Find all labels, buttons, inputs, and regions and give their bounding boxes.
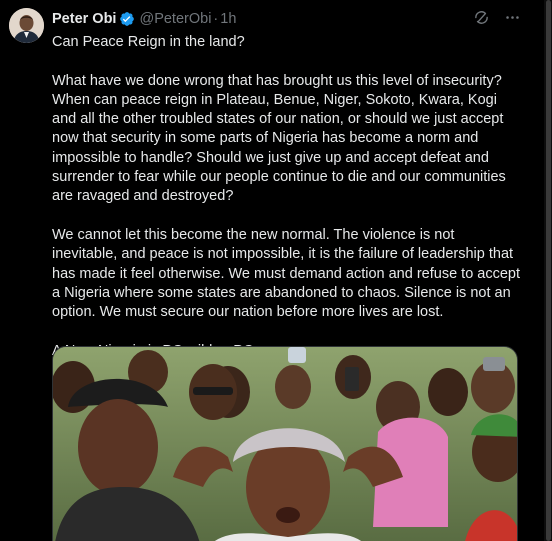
tweet-actions [473, 9, 521, 26]
author-name[interactable]: Peter Obi [52, 11, 116, 27]
author-handle[interactable]: @PeterObi [139, 11, 211, 27]
tweet-media-photo[interactable] [52, 346, 518, 541]
avatar-image [9, 8, 44, 43]
tweet-paragraph-title: Can Peace Reign in the land? [52, 34, 245, 50]
grok-icon[interactable] [473, 9, 490, 26]
tweet-paragraph: We cannot let this become the new normal… [52, 226, 525, 321]
timestamp[interactable]: 1h [220, 11, 236, 27]
header-separator: · [213, 11, 219, 27]
verified-badge-icon [119, 11, 135, 27]
tweet[interactable]: Peter Obi @PeterObi · 1h Can Peace Reign… [0, 0, 552, 541]
tweet-paragraph: What have we done wrong that has brought… [52, 72, 510, 205]
tweet-header: Peter Obi @PeterObi · 1h [52, 9, 236, 29]
scrollbar-thumb[interactable] [546, 0, 551, 541]
more-options-icon[interactable] [504, 9, 521, 26]
crowd-photo-image [53, 347, 517, 541]
avatar[interactable] [9, 8, 44, 43]
scrollbar-track[interactable] [544, 0, 552, 541]
tweet-text: Can Peace Reign in the land? What have w… [52, 33, 522, 361]
